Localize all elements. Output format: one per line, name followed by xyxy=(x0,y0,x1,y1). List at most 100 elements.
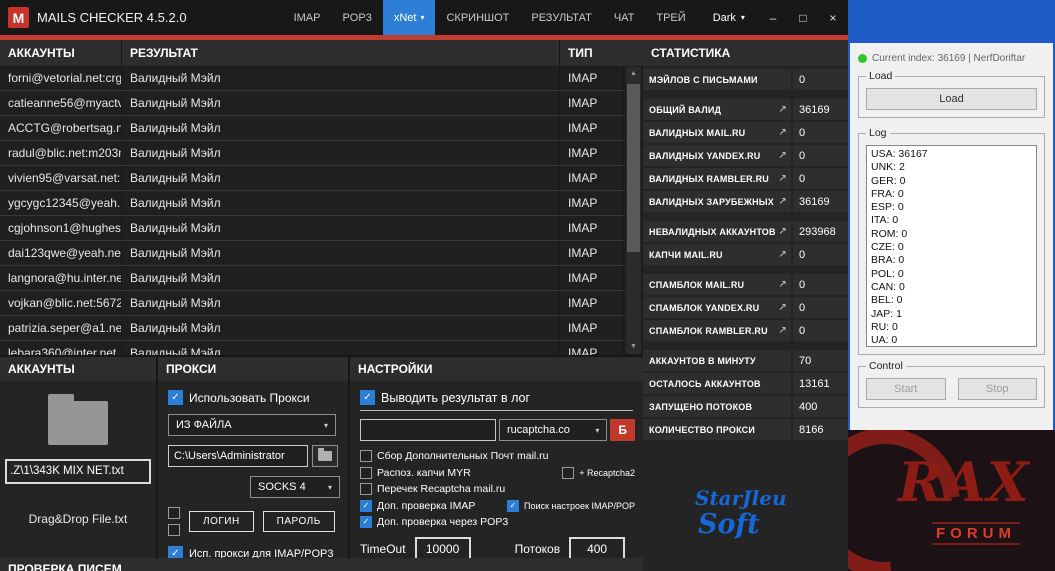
table-row[interactable]: vojkan@blic.net:5672Валидный МэйлIMAP xyxy=(0,291,625,316)
stat-value: 36169 xyxy=(793,99,848,120)
accounts-file-input[interactable]: .Z\1\343K MIX NET.txt xyxy=(5,459,151,484)
menu-item-pop3[interactable]: POP3 xyxy=(331,0,382,35)
option-checkbox[interactable]: ✓ xyxy=(360,500,372,512)
stat-label: АККАУНТОВ В МИНУТУ xyxy=(643,350,791,371)
stat-label: ЗАПУЩЕНО ПОТОКОВ xyxy=(643,396,791,417)
menu-item-tray[interactable]: ТРЕЙ xyxy=(645,0,696,35)
log-line: ESP: 0 xyxy=(871,201,1032,214)
proxy-path-input[interactable]: C:\Users\Administrator xyxy=(168,445,308,467)
settings-option: ✓Доп. проверка IMAP✓Поиск настроек IMAP/… xyxy=(360,500,635,512)
log-line: UA: 0 xyxy=(871,334,1032,347)
statistics-title: СТАТИСТИКА xyxy=(643,40,848,66)
browse-folder-button[interactable] xyxy=(312,445,338,467)
start-button[interactable]: Start xyxy=(866,378,946,400)
stat-value: 293968 xyxy=(793,221,848,242)
table-row[interactable]: forni@vetorial.net:crgВалидный МэйлIMAP xyxy=(0,66,625,91)
minimize-button[interactable]: – xyxy=(758,0,788,35)
column-header-type[interactable]: ТИП xyxy=(560,40,624,66)
table-row[interactable]: cgjohnson1@hughes.Валидный МэйлIMAP xyxy=(0,216,625,241)
proxy-source-select[interactable]: ИЗ ФАЙЛА ▾ xyxy=(168,414,336,436)
accounts-table: АККАУНТЫ РЕЗУЛЬТАТ ТИП forni@vetorial.ne… xyxy=(0,40,643,355)
table-scrollbar[interactable]: ▲ ▼ xyxy=(626,67,641,354)
stat-row: СПАМБЛОК MAIL.RU↗0 xyxy=(643,274,848,295)
login-button[interactable]: ЛОГИН xyxy=(189,511,254,532)
log-output-checkbox[interactable]: ✓ xyxy=(360,390,375,405)
table-row[interactable]: lebara360@inter.netВалидный МэйлIMAP xyxy=(0,341,625,355)
export-arrow-icon[interactable]: ↗ xyxy=(778,325,787,336)
balance-button[interactable]: Б xyxy=(610,419,635,441)
menu-item-screenshot[interactable]: СКРИНШОТ xyxy=(435,0,520,35)
export-arrow-icon[interactable]: ↗ xyxy=(778,279,787,290)
option-checkbox[interactable] xyxy=(360,483,372,495)
table-row[interactable]: patrizia.seper@a1.net:Валидный МэйлIMAP xyxy=(0,316,625,341)
captcha-service-select[interactable]: rucaptcha.co ▾ xyxy=(499,419,607,441)
table-row[interactable]: radul@blic.net:m203nВалидный МэйлIMAP xyxy=(0,141,625,166)
stat-value: 13161 xyxy=(793,373,848,394)
table-row[interactable]: ACCTG@robertsag.netВалидный МэйлIMAP xyxy=(0,116,625,141)
stat-label: ОСТАЛОСЬ АККАУНТОВ xyxy=(643,373,791,394)
option-checkbox[interactable]: ✓ xyxy=(360,516,372,528)
login-checkbox[interactable] xyxy=(168,507,180,519)
close-button[interactable]: × xyxy=(818,0,848,35)
cell-result: Валидный Мэйл xyxy=(122,66,560,90)
password-checkbox[interactable] xyxy=(168,524,180,536)
stat-value: 8166 xyxy=(793,419,848,440)
log-line: FRA: 0 xyxy=(871,188,1032,201)
load-group: Load Load xyxy=(858,76,1045,118)
captcha-key-input[interactable] xyxy=(360,419,496,441)
stat-label: КАПЧИ MAIL.RU↗ xyxy=(643,244,791,265)
option-label: Сбор Дополнительных Почт mail.ru xyxy=(377,450,549,462)
option-checkbox[interactable]: ✓ xyxy=(507,500,519,512)
chevron-down-icon: ▾ xyxy=(741,13,745,22)
column-header-accounts[interactable]: АККАУНТЫ xyxy=(0,40,122,66)
stat-label: ВАЛИДНЫХ ЗАРУБЕЖНЫХ↗ xyxy=(643,191,791,212)
export-arrow-icon[interactable]: ↗ xyxy=(778,302,787,313)
cell-result: Валидный Мэйл xyxy=(122,141,560,165)
watermark-line2: Soft xyxy=(698,511,787,538)
menu-item-xnet[interactable]: xNet▾ xyxy=(383,0,436,35)
stat-row: АККАУНТОВ В МИНУТУ70 xyxy=(643,350,848,371)
export-arrow-icon[interactable]: ↗ xyxy=(778,104,787,115)
proxy-type-select[interactable]: SOCKS 4 ▾ xyxy=(250,476,340,498)
export-arrow-icon[interactable]: ↗ xyxy=(778,150,787,161)
menu-item-result[interactable]: РЕЗУЛЬТАТ xyxy=(520,0,602,35)
cell-account: radul@blic.net:m203n xyxy=(0,141,122,165)
stat-row: КАПЧИ MAIL.RU↗0 xyxy=(643,244,848,265)
table-row[interactable]: dai123qwe@yeah.net:Валидный МэйлIMAP xyxy=(0,241,625,266)
export-arrow-icon[interactable]: ↗ xyxy=(778,196,787,207)
table-row[interactable]: vivien95@varsat.net:1Валидный МэйлIMAP xyxy=(0,166,625,191)
stat-label: ОБЩИЙ ВАЛИД↗ xyxy=(643,99,791,120)
proxy-type-value: SOCKS 4 xyxy=(258,481,306,493)
maximize-button[interactable]: □ xyxy=(788,0,818,35)
table-row[interactable]: ygcygc12345@yeah.nВалидный МэйлIMAP xyxy=(0,191,625,216)
option-label: Доп. проверка IMAP xyxy=(377,500,475,512)
load-button[interactable]: Load xyxy=(866,88,1037,110)
password-button[interactable]: ПАРОЛЬ xyxy=(263,511,335,532)
accounts-table-body: forni@vetorial.net:crgВалидный МэйлIMAPc… xyxy=(0,66,625,355)
table-row[interactable]: langnora@hu.inter.neВалидный МэйлIMAP xyxy=(0,266,625,291)
scroll-up-icon[interactable]: ▲ xyxy=(626,67,641,81)
menu-item-chat[interactable]: ЧАТ xyxy=(603,0,646,35)
column-header-result[interactable]: РЕЗУЛЬТАТ xyxy=(122,40,560,66)
use-proxy-checkbox[interactable]: ✓ xyxy=(168,390,183,405)
option-checkbox[interactable] xyxy=(562,467,574,479)
option-checkbox[interactable] xyxy=(360,467,372,479)
cell-type: IMAP xyxy=(560,116,624,140)
log-line: ITA: 0 xyxy=(871,214,1032,227)
menu-item-imap[interactable]: IMAP xyxy=(283,0,332,35)
option-checkbox[interactable] xyxy=(360,450,372,462)
window-controls: – □ × xyxy=(758,0,848,35)
scrollbar-thumb[interactable] xyxy=(627,84,640,252)
table-row[interactable]: catieanne56@myactv.Валидный МэйлIMAP xyxy=(0,91,625,116)
scroll-down-icon[interactable]: ▼ xyxy=(626,340,641,354)
log-listbox[interactable]: USA: 36167UNK: 2GER: 0FRA: 0ESP: 0ITA: 0… xyxy=(866,145,1037,347)
theme-select[interactable]: Dark ▾ xyxy=(703,12,755,24)
log-group: Log USA: 36167UNK: 2GER: 0FRA: 0ESP: 0IT… xyxy=(858,133,1045,355)
cell-result: Валидный Мэйл xyxy=(122,91,560,115)
export-arrow-icon[interactable]: ↗ xyxy=(778,226,787,237)
export-arrow-icon[interactable]: ↗ xyxy=(778,127,787,138)
stop-button[interactable]: Stop xyxy=(958,378,1038,400)
export-arrow-icon[interactable]: ↗ xyxy=(778,173,787,184)
export-arrow-icon[interactable]: ↗ xyxy=(778,249,787,260)
cell-type: IMAP xyxy=(560,191,624,215)
